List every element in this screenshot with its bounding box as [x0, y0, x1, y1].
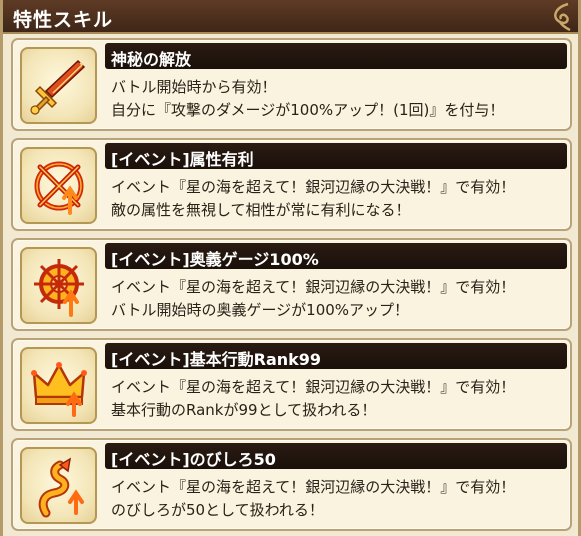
- skill-description-line: バトル開始時から有効！: [111, 78, 277, 96]
- skill-description: イベント『星の海を超えて！銀河辺縁の大決戦！』で有効！ バトル開始時の奥義ゲージ…: [111, 276, 566, 322]
- skill-name-bar: [イベント]のびしろ50: [105, 443, 567, 469]
- skill-name: [イベント]属性有利: [111, 150, 254, 169]
- crown-icon: [31, 362, 87, 417]
- skill-description: イベント『星の海を超えて！銀河辺縁の大決戦！』で有効！ 敵の属性を無視して相性が…: [111, 176, 566, 222]
- skill-name: [イベント]奥義ゲージ100%: [111, 250, 319, 269]
- skill-description: バトル開始時から有効！ 自分に『攻撃のダメージが100%アップ！(1回)』を付与…: [111, 76, 566, 122]
- skill-description-line: イベント『星の海を超えて！銀河辺縁の大決戦！』で有効！: [111, 378, 516, 396]
- panel-title: 特性スキル: [13, 9, 114, 31]
- skill-name-bar: [イベント]基本行動Rank99: [105, 343, 567, 369]
- skill-item: [イベント]属性有利 イベント『星の海を超えて！銀河辺縁の大決戦！』で有効！ 敵…: [11, 138, 572, 231]
- sword-icon: [30, 59, 86, 115]
- skill-name: [イベント]のびしろ50: [111, 450, 276, 469]
- attribute-advantage-icon: [34, 161, 84, 215]
- skill-name: 神秘の解放: [111, 50, 192, 69]
- skill-name: [イベント]基本行動Rank99: [111, 350, 322, 369]
- skill-icon-frame: [20, 447, 97, 524]
- skill-icon-frame: [20, 247, 97, 324]
- skill-description-line: イベント『星の海を超えて！銀河辺縁の大決戦！』で有効！: [111, 278, 516, 296]
- skill-description: イベント『星の海を超えて！銀河辺縁の大決戦！』で有効！ 基本行動のRankが99…: [111, 376, 566, 422]
- skill-item: [イベント]奥義ゲージ100% イベント『星の海を超えて！銀河辺縁の大決戦！』で…: [11, 238, 572, 331]
- skill-description-line: バトル開始時の奥義ゲージが100%アップ！: [111, 301, 410, 319]
- skill-item: 神秘の解放 バトル開始時から有効！ 自分に『攻撃のダメージが100%アップ！(1…: [11, 38, 572, 131]
- skill-description-line: 敵の属性を無視して相性が常に有利になる！: [111, 201, 411, 219]
- skill-description: イベント『星の海を超えて！銀河辺縁の大決戦！』で有効！ のびしろが50として扱わ…: [111, 476, 566, 522]
- skill-icon-frame: [20, 147, 97, 224]
- skill-panel: 特性スキル 神秘の解放 バトル開始時から有効！ 自分に『攻撃のダメージが100%…: [0, 0, 581, 536]
- panel-header: 特性スキル: [3, 0, 578, 34]
- skill-description-line: 基本行動のRankが99として扱われる！: [111, 401, 377, 419]
- skill-icon-frame: [20, 47, 97, 124]
- skill-name-bar: [イベント]属性有利: [105, 143, 567, 169]
- skill-description-line: イベント『星の海を超えて！銀河辺縁の大決戦！』で有効！: [111, 178, 516, 196]
- skill-item: [イベント]基本行動Rank99 イベント『星の海を超えて！銀河辺縁の大決戦！』…: [11, 338, 572, 431]
- skill-name-bar: [イベント]奥義ゲージ100%: [105, 243, 567, 269]
- skill-icon-frame: [20, 347, 97, 424]
- skill-description-line: 自分に『攻撃のダメージが100%アップ！(1回)』を付与！: [111, 101, 505, 119]
- scroll-flourish-icon: [554, 2, 571, 32]
- skill-item: [イベント]のびしろ50 イベント『星の海を超えて！銀河辺縁の大決戦！』で有効！…: [11, 438, 572, 531]
- spiral-growth-icon: [38, 457, 84, 518]
- skill-description-line: のびしろが50として扱われる！: [111, 501, 324, 519]
- skill-name-bar: 神秘の解放: [105, 43, 567, 69]
- charge-gauge-icon: [34, 259, 84, 317]
- skill-description-line: イベント『星の海を超えて！銀河辺縁の大決戦！』で有効！: [111, 478, 516, 496]
